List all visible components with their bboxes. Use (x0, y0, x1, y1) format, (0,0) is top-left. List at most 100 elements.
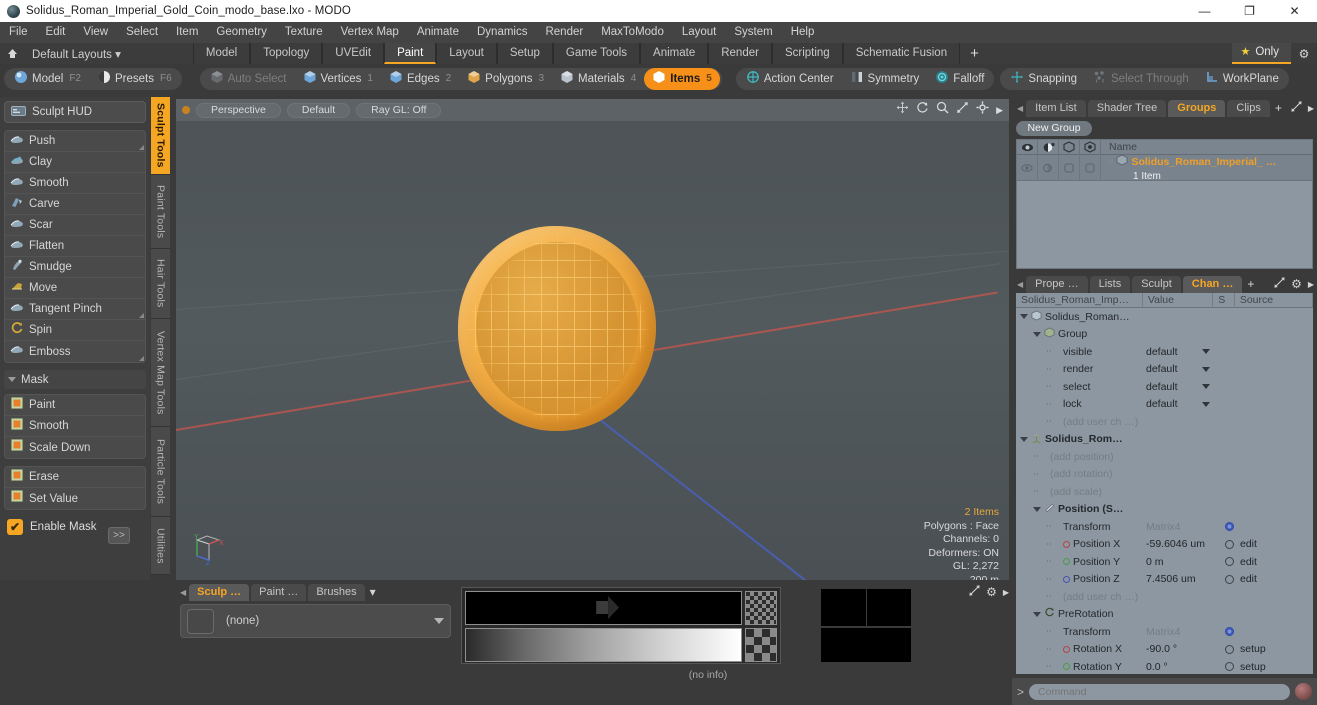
bottom-tab-sculp[interactable]: Sculp … (189, 583, 250, 601)
channel-row[interactable]: Solidus_Roman… (1016, 308, 1313, 326)
add-tab-button[interactable]: + (1272, 101, 1285, 115)
channel-link-icon[interactable] (1224, 557, 1234, 567)
chevron-down-icon[interactable] (434, 618, 444, 624)
channel-name-cell[interactable]: ⋅⋅ Position Y (1016, 556, 1146, 568)
channel-source-cell[interactable]: setup (1240, 643, 1313, 655)
sculpt-tool-emboss[interactable]: Emboss (5, 341, 145, 362)
channel-value-cell[interactable]: Matrix4 (1146, 521, 1218, 533)
toolbar-button-edges[interactable]: Edges 2 (381, 68, 459, 90)
toolbar-button-auto-select[interactable]: Auto Select (202, 68, 295, 90)
channel-source-cell[interactable]: edit (1240, 556, 1313, 568)
menu-item[interactable]: Item (167, 22, 207, 43)
menu-vertex-map[interactable]: Vertex Map (332, 22, 408, 43)
channel-name-cell[interactable]: Group (1016, 327, 1146, 341)
panel-collapse-icon[interactable]: ◀ (180, 588, 186, 597)
channel-row[interactable]: PreRotation (1016, 606, 1313, 624)
viewport[interactable]: Perspective Default Ray GL: Off ▶ 2 Item… (176, 99, 1009, 580)
chevron-right-icon[interactable]: ▶ (1305, 280, 1317, 289)
submenu-corner-icon[interactable] (139, 313, 144, 318)
command-input[interactable] (1029, 683, 1290, 700)
lock-icon[interactable] (1080, 139, 1101, 155)
chevron-right-icon[interactable]: ▶ (1305, 104, 1317, 113)
home-icon[interactable] (0, 43, 24, 64)
right-tab-item-list[interactable]: Item List (1026, 99, 1086, 117)
toolbar-button-select-through[interactable]: Select Through (1085, 68, 1197, 90)
channel-row[interactable]: ⋅⋅ Rotation X -90.0 ° setup (1016, 641, 1313, 659)
raygl-dropdown[interactable]: Ray GL: Off (356, 102, 442, 118)
toolbar-button-action-center[interactable]: Action Center (738, 68, 842, 90)
channel-value-cell[interactable]: 7.4506 um (1146, 573, 1218, 585)
vertical-tab-utilities[interactable]: Utilities (151, 517, 170, 575)
row-render-icon[interactable] (1038, 154, 1059, 181)
channels-list[interactable]: Solidus_Roman… Group ⋅⋅ visible default ⋅⋅ ren… (1016, 308, 1313, 674)
layout-tab-model[interactable]: Model (192, 43, 251, 64)
add-layout-tab-button[interactable]: + (960, 44, 989, 64)
bottom-tab-brushes[interactable]: Brushes (308, 583, 365, 601)
mask-tool-set-value[interactable]: Set Value (5, 488, 145, 509)
channel-name-cell[interactable]: ⋅⋅ select (1016, 381, 1146, 393)
toolbar-button-snapping[interactable]: Snapping (1002, 68, 1085, 90)
layout-tab-render[interactable]: Render (708, 43, 772, 64)
channel-row[interactable]: ⋅⋅ Position Y 0 m edit (1016, 553, 1313, 571)
channel-state-cell[interactable] (1218, 522, 1240, 532)
submenu-corner-icon[interactable] (139, 356, 144, 361)
channel-row[interactable]: Solidus_Rom… (1016, 431, 1313, 449)
channel-source-cell[interactable]: edit (1240, 538, 1313, 550)
channel-row[interactable]: ⋅⋅ (add rotation) (1016, 466, 1313, 484)
expand-caret-icon[interactable] (1020, 436, 1028, 442)
channel-state-cell[interactable] (1218, 557, 1240, 567)
right-tab-clips[interactable]: Clips (1227, 99, 1270, 117)
group-row[interactable]: + Solidus_Roman_Imperial_ … 1 Item (1017, 154, 1312, 182)
groups-list[interactable]: Name + Solidus_Roman_Imperial_ … 1 Item (1016, 139, 1313, 269)
channel-row[interactable]: ⋅⋅ Position Z 7.4506 um edit (1016, 571, 1313, 589)
channel-name-cell[interactable]: Solidus_Rom… (1016, 432, 1146, 446)
channel-row[interactable]: ⋅⋅ visible default (1016, 343, 1313, 361)
channel-link-icon[interactable] (1224, 644, 1234, 654)
eye-icon[interactable] (1017, 139, 1038, 155)
channel-row[interactable]: ⋅⋅ (add user ch …) (1016, 413, 1313, 431)
channel-value-cell[interactable]: default (1146, 363, 1218, 375)
menu-texture[interactable]: Texture (276, 22, 332, 43)
channel-name-cell[interactable]: ⋅⋅ (add scale) (1016, 486, 1146, 498)
menu-system[interactable]: System (725, 22, 781, 43)
channel-link-icon[interactable] (1224, 539, 1234, 549)
expand-caret-icon[interactable] (1033, 506, 1041, 512)
gear-icon[interactable] (976, 101, 989, 119)
channel-row[interactable]: ⋅⋅ lock default (1016, 396, 1313, 414)
sculpt-tool-scar[interactable]: Scar (5, 215, 145, 236)
menu-animate[interactable]: Animate (408, 22, 468, 43)
expand-caret-icon[interactable] (1033, 611, 1041, 617)
right-tab-sculpt[interactable]: Sculpt (1132, 275, 1181, 293)
view-mode-dropdown[interactable]: Perspective (196, 102, 281, 118)
row-eye-icon[interactable] (1017, 154, 1038, 181)
maximize-button[interactable]: ❐ (1227, 0, 1272, 22)
chevron-down-icon[interactable] (1202, 401, 1210, 407)
menu-select[interactable]: Select (117, 22, 167, 43)
menu-edit[interactable]: Edit (37, 22, 75, 43)
channel-name-cell[interactable]: ⋅⋅ Position Z (1016, 573, 1146, 585)
channel-row[interactable]: Position (S… (1016, 501, 1313, 519)
channel-row[interactable]: ⋅⋅ Position X -59.6046 um edit (1016, 536, 1313, 554)
sculpt-tool-spin[interactable]: Spin (5, 320, 145, 341)
channel-value-cell[interactable]: default (1146, 398, 1218, 410)
right-tab-chan[interactable]: Chan … (1182, 275, 1243, 293)
channel-name-cell[interactable]: ⋅⋅ Position X (1016, 538, 1146, 550)
channel-name-cell[interactable]: Position (S… (1016, 502, 1146, 516)
channel-name-cell[interactable]: Solidus_Roman… (1016, 310, 1146, 324)
minimize-button[interactable]: — (1182, 0, 1227, 22)
sculpt-hud-button[interactable]: Sculpt HUD (4, 101, 146, 123)
rotate-icon[interactable] (916, 101, 929, 119)
menu-dynamics[interactable]: Dynamics (468, 22, 536, 43)
row-lock-icon[interactable] (1080, 154, 1101, 181)
new-group-button[interactable]: New Group (1016, 121, 1092, 136)
expand-caret-icon[interactable] (1020, 314, 1028, 320)
channel-source-cell[interactable]: setup (1240, 661, 1313, 673)
channel-name-cell[interactable]: ⋅⋅ Transform (1016, 521, 1146, 533)
channel-row[interactable]: ⋅⋅ render default (1016, 361, 1313, 379)
right-tab-lists[interactable]: Lists (1089, 275, 1131, 293)
mask-tool-smooth[interactable]: Smooth (5, 416, 145, 437)
channel-name-cell[interactable]: PreRotation (1016, 607, 1146, 621)
chevron-right-icon[interactable]: ▶ (996, 105, 1003, 116)
channel-row[interactable]: ⋅⋅ Transform Matrix4 (1016, 518, 1313, 536)
gear-icon[interactable]: ⚙ (1291, 43, 1317, 64)
